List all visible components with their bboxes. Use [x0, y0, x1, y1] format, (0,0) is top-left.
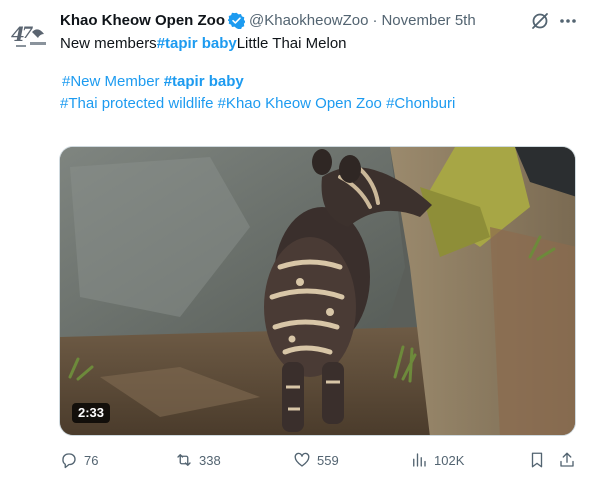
author-name[interactable]: Khao Kheow Open Zoo [60, 12, 225, 29]
reply-icon [62, 453, 76, 469]
like-count: 559 [317, 452, 339, 468]
share-icon [560, 452, 574, 467]
hashtag-link[interactable]: #Khao Kheow Open Zoo [218, 95, 382, 112]
repost-count: 338 [199, 452, 221, 468]
like-button[interactable]: 559 [293, 448, 339, 472]
hashtag-link[interactable]: #New Member [62, 73, 160, 90]
author-handle[interactable]: @KhaokheowZoo [249, 12, 368, 29]
avatar[interactable]: 4 7 [8, 14, 50, 56]
repost-icon [177, 454, 191, 466]
reply-button[interactable]: 76 [60, 448, 98, 472]
views-button[interactable]: 102K [410, 448, 464, 472]
verified-badge-icon [228, 12, 245, 29]
bookmark-icon [531, 452, 543, 468]
svg-text:7: 7 [22, 23, 33, 42]
more-options-button[interactable] [558, 11, 578, 31]
reply-count: 76 [84, 452, 99, 468]
text-segment: New members [60, 35, 157, 52]
separator-dot: · [372, 11, 378, 29]
zoo-logo-icon: 4 7 [11, 22, 46, 47]
heart-icon [294, 452, 310, 467]
view-count: 102K [434, 452, 465, 468]
tweet-text-line-3: #Thai protected wildlife #Khao Kheow Ope… [60, 94, 455, 114]
hashtag-link[interactable]: #Chonburi [386, 95, 455, 112]
grok-button[interactable] [530, 11, 550, 31]
share-button[interactable] [558, 448, 582, 472]
tweet-date[interactable]: November 5th [381, 12, 475, 29]
views-bar-chart-icon [413, 453, 426, 467]
video-thumbnail [60, 147, 575, 435]
hashtag-link[interactable]: #tapir baby [164, 73, 244, 90]
tweet-text-line-1: New members#tapir babyLittle Thai Melon [60, 34, 347, 54]
hashtag-link[interactable]: #tapir baby [157, 35, 237, 52]
tweet-card: 4 7 Khao Kheow Open Zoo @KhaokheowZoo · … [0, 0, 591, 479]
video-player[interactable] [59, 146, 576, 436]
bookmark-button[interactable] [528, 448, 552, 472]
more-dots-icon [560, 19, 576, 23]
repost-button[interactable]: 338 [175, 448, 221, 472]
grok-icon [532, 13, 548, 29]
text-segment: Little Thai Melon [236, 35, 347, 52]
tweet-text-line-2: #New Member #tapir baby [62, 72, 244, 92]
video-duration-badge: 2:33 [72, 403, 111, 423]
action-bar: 76 338 559 102K [0, 448, 591, 472]
hashtag-link[interactable]: #Thai protected wildlife [60, 95, 213, 112]
tweet-header: Khao Kheow Open Zoo @KhaokheowZoo · Nove… [60, 10, 476, 30]
